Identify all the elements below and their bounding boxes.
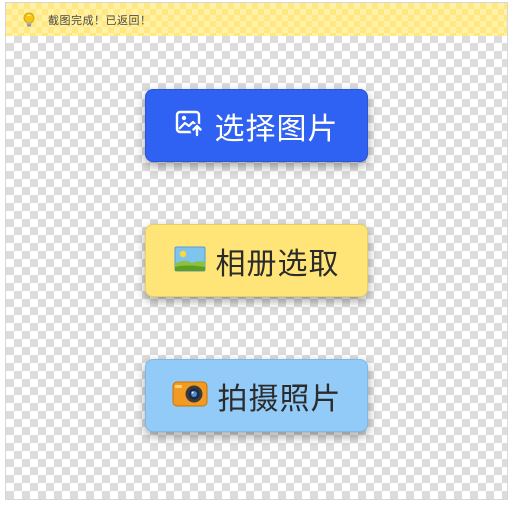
select-image-label: 选择图片 — [214, 111, 339, 147]
notice-bar: 截图完成！已返回！ — [6, 3, 507, 36]
album-label: 相册选取 — [215, 246, 340, 282]
lightbulb-icon — [22, 12, 36, 28]
camera-button[interactable]: 拍摄照片 — [145, 359, 368, 432]
album-button[interactable]: 相册选取 — [145, 224, 368, 297]
camera-label: 拍摄照片 — [217, 381, 342, 417]
landscape-photo-icon — [174, 246, 206, 276]
screen-canvas: 截图完成！已返回！ 选择图片 相册选取 拍摄照片 — [5, 2, 508, 500]
select-image-button[interactable]: 选择图片 — [145, 89, 368, 162]
image-upload-icon — [175, 110, 205, 142]
camera-icon — [172, 380, 208, 412]
notice-text: 截图完成！已返回！ — [48, 13, 152, 27]
